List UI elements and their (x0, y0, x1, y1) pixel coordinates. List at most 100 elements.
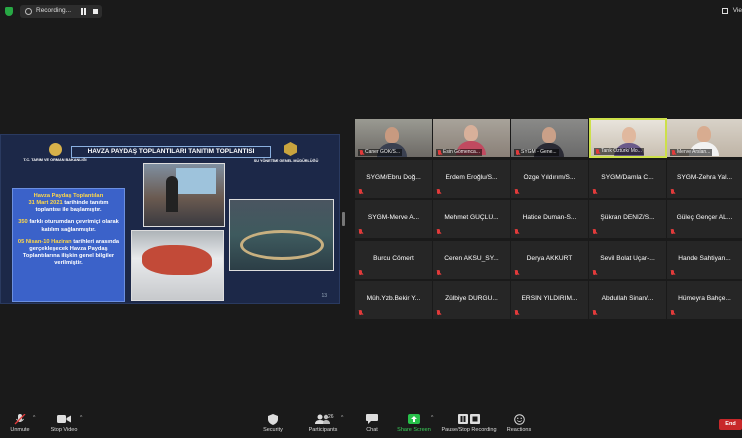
share-screen-arrow-icon (397, 414, 431, 424)
muted-mic-icon (514, 189, 519, 195)
muted-mic-icon (358, 229, 363, 235)
audio-options-caret-icon[interactable]: ^ (33, 415, 35, 421)
share-screen-button[interactable]: Share Screen (397, 414, 431, 433)
participant-name: Sevil Bolat Uçar-... (600, 255, 655, 262)
muted-mic-icon (514, 229, 519, 235)
pause-recording-icon[interactable] (80, 8, 87, 15)
encryption-shield-icon[interactable] (5, 7, 13, 16)
slide-title: HAVZA PAYDAŞ TOPLANTILARI TANITIM TOPLAN… (71, 146, 271, 158)
participant-tile[interactable]: Ceren AKSU_SY... (433, 241, 510, 279)
meeting-room-photo (229, 199, 334, 271)
participant-tile[interactable]: SYGM-Merve A... (355, 200, 432, 238)
ministry-logo-icon (49, 143, 62, 156)
recording-label: Recording... (36, 7, 72, 14)
participant-name: Ceren AKSU_SY... (444, 255, 499, 262)
participant-name: SYGM/Damla C... (601, 174, 654, 181)
end-meeting-button[interactable]: End (719, 419, 742, 430)
participant-name: Esin Gömenca... (443, 149, 480, 155)
participant-tile[interactable]: Sevil Bolat Uçar-... (589, 241, 666, 279)
participant-name: Hümeyra Bahçe... (678, 295, 731, 302)
ministry-name: T.C. TARIM VE ORMAN BAKANLIĞI (23, 158, 87, 162)
participant-tile[interactable]: Hande Sahtiyan... (667, 241, 742, 279)
participant-name: Müh.Yzb.Bekir Y... (366, 295, 421, 302)
participant-video-tile[interactable]: Esin Gömenca... (433, 119, 510, 157)
participant-tile[interactable]: Erdem Eroğlu/S... (433, 160, 510, 198)
recording-icon (25, 8, 32, 15)
participant-tile[interactable]: Mehmet GÜÇLÜ... (433, 200, 510, 238)
participant-name: Caner GÖK/S... (365, 149, 401, 155)
participant-tile[interactable]: Burcu Cömert (355, 241, 432, 279)
participant-name: Hande Sahtiyan... (678, 255, 731, 262)
unmute-button[interactable]: Unmute (6, 413, 34, 433)
stop-video-button[interactable]: Stop Video (48, 414, 80, 433)
directorate-logo-icon (284, 142, 297, 156)
participant-tile[interactable]: Şükran DENİZ/S... (589, 200, 666, 238)
pause-stop-icon (441, 414, 497, 424)
muted-mic-icon (592, 189, 597, 195)
stop-recording-icon[interactable] (92, 8, 99, 15)
participant-name: Tarık Öztürk/ Mo... (601, 148, 642, 154)
muted-mic-icon (670, 270, 675, 276)
muted-mic-icon (358, 310, 363, 316)
participant-name: Özge Yıldırım/S... (523, 174, 576, 181)
participant-tile[interactable]: SYGM/Damla C... (589, 160, 666, 198)
participant-count: 26 (328, 414, 334, 420)
participant-tile[interactable]: Zülbiye DURGU... (433, 281, 510, 319)
participant-tile[interactable]: ERSİN YILDIRIM... (511, 281, 588, 319)
muted-mic-icon (436, 270, 441, 276)
share-options-caret-icon[interactable]: ^ (431, 415, 433, 421)
slide-page-number: 13 (321, 293, 327, 299)
muted-mic-icon (514, 270, 519, 276)
participant-name: Şükran DENİZ/S... (600, 214, 655, 221)
participant-video-tile[interactable]: Caner GÖK/S... (355, 119, 432, 157)
security-button[interactable]: Security (259, 414, 287, 433)
participant-name: Güleç Gençer AL... (676, 214, 733, 221)
muted-mic-icon (437, 150, 442, 156)
participant-tile[interactable]: Abdullah Sinan/... (589, 281, 666, 319)
muted-mic-icon (670, 189, 675, 195)
directorate-name: SU YÖNETİMİ GENEL MÜDÜRLÜĞÜ (253, 159, 319, 163)
participant-video-tile-active[interactable]: Tarık Öztürk/ Mo... (589, 118, 667, 158)
participant-name: Abdullah Sinan/... (601, 295, 654, 302)
video-options-caret-icon[interactable]: ^ (80, 415, 82, 421)
participant-tile[interactable]: SYGM-Zehra Yal... (667, 160, 742, 198)
participant-name: SYGM-Zehra Yal... (676, 174, 733, 181)
podium-photo (143, 163, 225, 227)
participant-name: Mehmet GÜÇLÜ... (444, 214, 499, 221)
meeting-controls-toolbar: Unmute ^ Stop Video ^ Security 26 Partic… (0, 410, 742, 438)
slide-info-box: Havza Paydaş Toplantıları 31 Mart 2021 t… (12, 188, 125, 302)
shared-screen-slide: T.C. TARIM VE ORMAN BAKANLIĞI HAVZA PAYD… (0, 134, 340, 304)
view-grid-icon[interactable] (722, 8, 728, 14)
view-button[interactable]: Vie (733, 7, 742, 14)
participant-video-tile[interactable]: Merve Arslan... (667, 119, 742, 157)
participant-tile[interactable]: Hatice Duman-S... (511, 200, 588, 238)
participant-name: SYGM/Ebru Doğ... (366, 174, 421, 181)
pause-stop-recording-button[interactable]: Pause/Stop Recording (441, 414, 497, 433)
participant-tile[interactable]: Hümeyra Bahçe... (667, 281, 742, 319)
muted-mic-icon (358, 270, 363, 276)
participants-options-caret-icon[interactable]: ^ (341, 415, 343, 421)
participants-button[interactable]: 26 Participants (306, 414, 340, 433)
muted-mic-icon (592, 229, 597, 235)
chat-bubble-icon (362, 414, 382, 424)
participant-tile[interactable]: SYGM/Ebru Doğ... (355, 160, 432, 198)
security-shield-icon (259, 414, 287, 425)
participant-name: SYGM - Gene... (521, 149, 557, 155)
participant-tile[interactable]: Özge Yıldırım/S... (511, 160, 588, 198)
muted-mic-icon (670, 310, 675, 316)
chat-button[interactable]: Chat (362, 414, 382, 433)
muted-mic-icon (670, 229, 675, 235)
reactions-button[interactable]: Reactions (505, 414, 533, 433)
participant-name: Derya AKKURT (526, 255, 573, 262)
muted-mic-icon (592, 310, 597, 316)
muted-mic-icon (514, 310, 519, 316)
muted-mic-icon (595, 149, 600, 155)
muted-mic-icon (671, 150, 676, 156)
participant-tile[interactable]: Güleç Gençer AL... (667, 200, 742, 238)
participant-video-tile[interactable]: SYGM - Gene... (511, 119, 588, 157)
participant-tile[interactable]: Müh.Yzb.Bekir Y... (355, 281, 432, 319)
panel-resize-handle[interactable] (342, 212, 345, 226)
participant-name: Erdem Eroğlu/S... (445, 174, 498, 181)
participant-tile[interactable]: Derya AKKURT (511, 241, 588, 279)
participant-name: Hatice Duman-S... (522, 214, 577, 221)
